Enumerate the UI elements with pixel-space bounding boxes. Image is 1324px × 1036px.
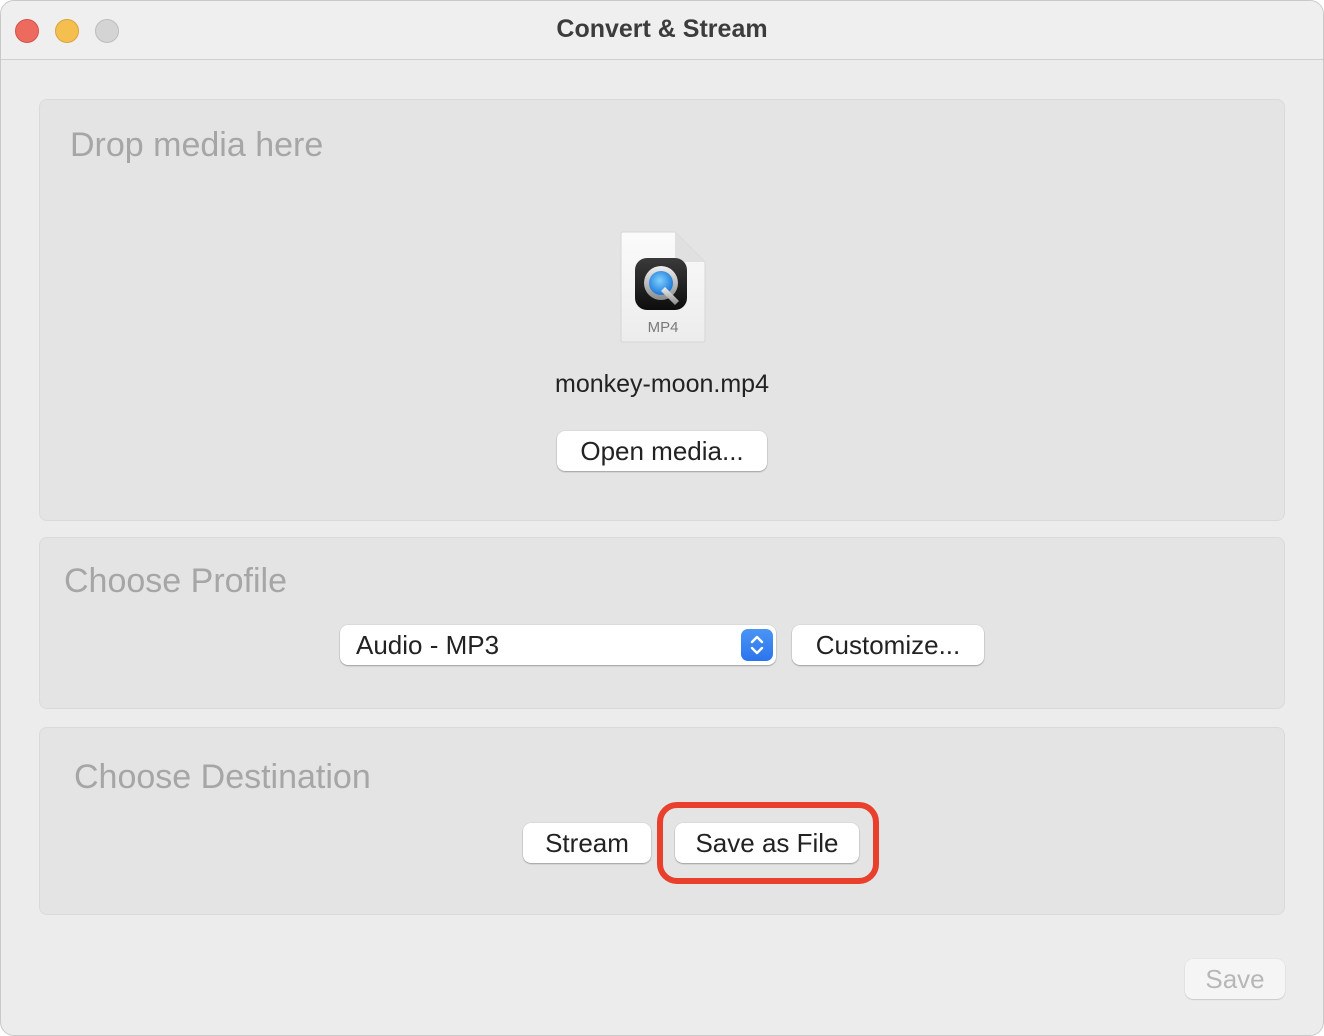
chevron-up-down-icon[interactable] bbox=[741, 629, 773, 661]
window-title: Convert & Stream bbox=[556, 15, 768, 43]
save-button[interactable]: Save bbox=[1185, 959, 1285, 999]
profile-select-value: Audio - MP3 bbox=[356, 630, 500, 660]
drop-media-heading: Drop media here bbox=[70, 126, 324, 164]
mp4-file-icon: MP4 bbox=[619, 230, 707, 344]
choose-profile-heading: Choose Profile bbox=[64, 562, 288, 600]
save-as-file-button[interactable]: Save as File bbox=[675, 823, 859, 863]
choose-destination-panel: Choose Destination Stream Save as File bbox=[39, 727, 1285, 915]
title-bar: Convert & Stream bbox=[1, 1, 1323, 60]
media-filename: monkey-moon.mp4 bbox=[555, 370, 769, 398]
stream-button[interactable]: Stream bbox=[523, 823, 651, 863]
profile-select[interactable]: Audio - MP3 bbox=[340, 625, 776, 665]
convert-stream-window: Convert & Stream Drop media here MP4 mon… bbox=[0, 0, 1324, 1036]
drop-media-panel[interactable]: Drop media here MP4 monkey-moon.mp4 Open… bbox=[39, 99, 1285, 521]
choose-destination-heading: Choose Destination bbox=[74, 758, 371, 796]
choose-profile-panel: Choose Profile Audio - MP3 Customize... bbox=[39, 537, 1285, 709]
open-media-button[interactable]: Open media... bbox=[557, 431, 767, 471]
customize-button[interactable]: Customize... bbox=[792, 625, 984, 665]
file-type-label: MP4 bbox=[647, 319, 679, 336]
